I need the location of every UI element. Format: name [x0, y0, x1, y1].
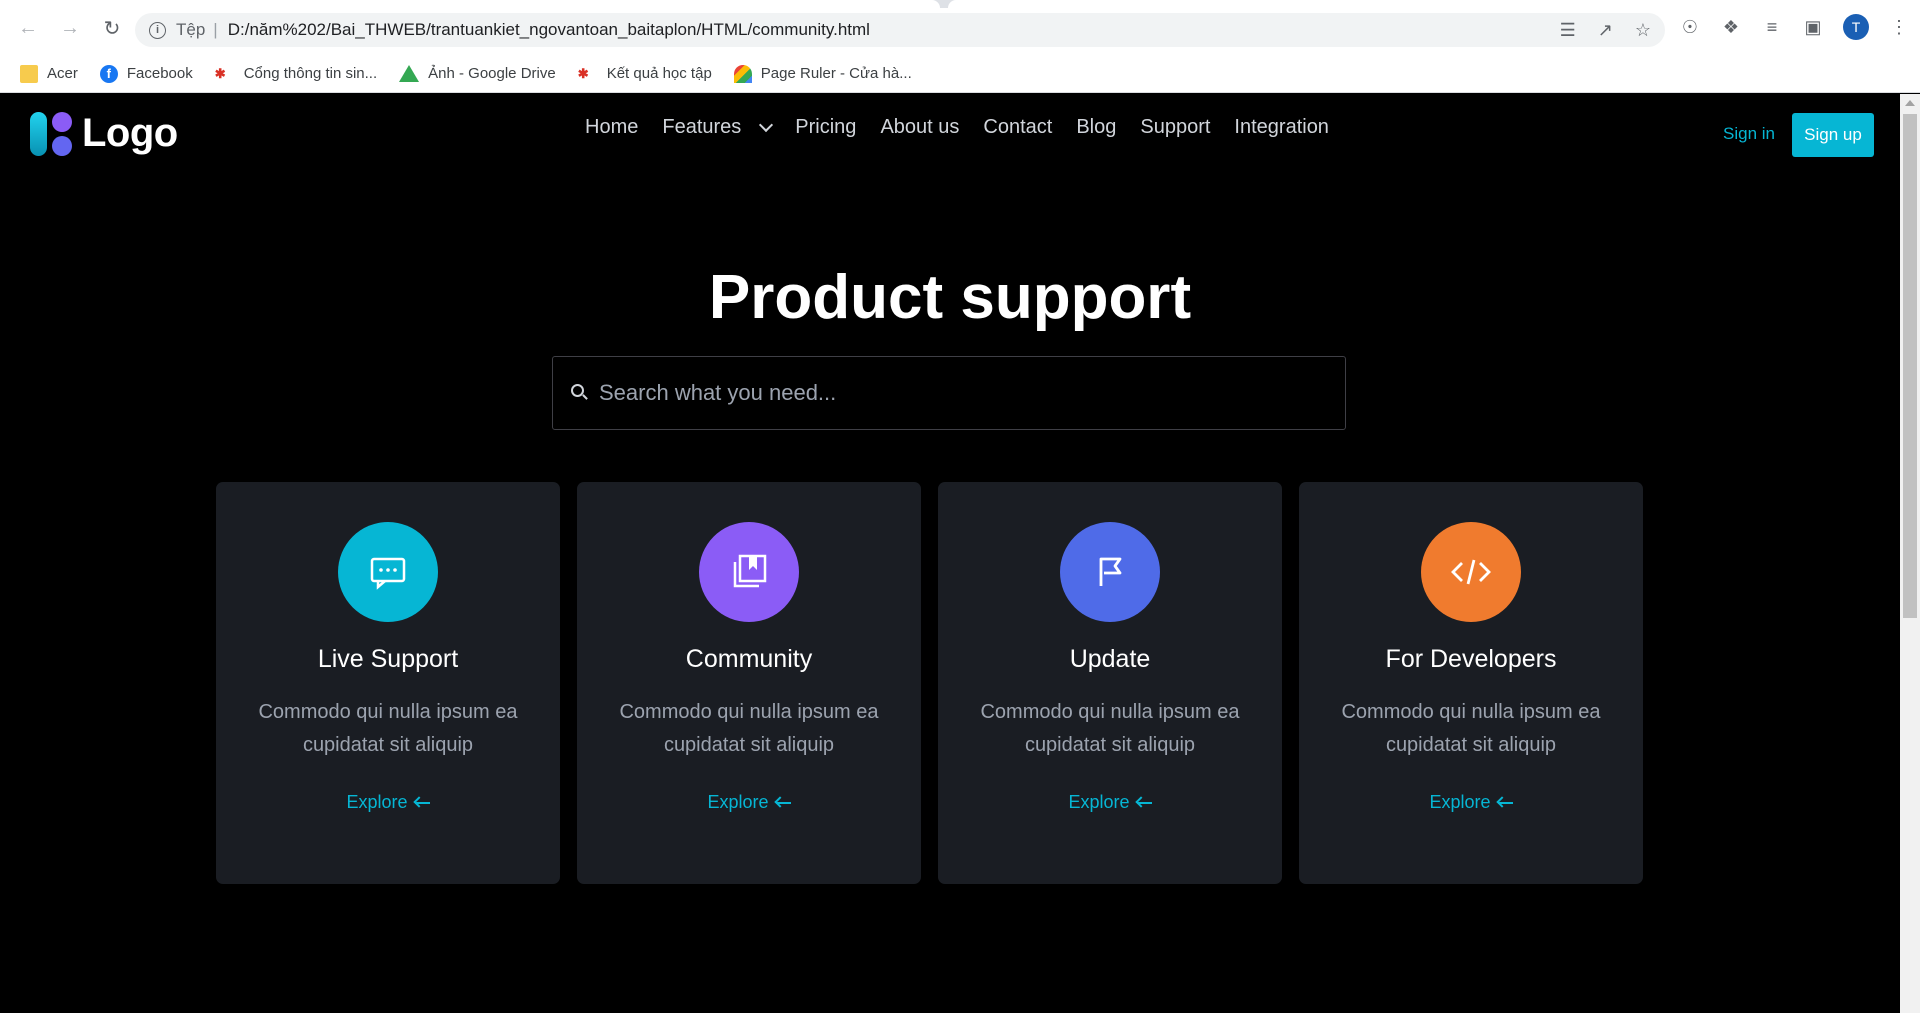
nav-pricing[interactable]: Pricing — [795, 116, 856, 139]
back-icon[interactable]: ← — [14, 14, 42, 42]
sign-in-link[interactable]: Sign in — [1723, 124, 1775, 144]
bookmark-label: Cổng thông tin sin... — [243, 65, 378, 82]
chat-icon — [338, 522, 438, 622]
profile-avatar[interactable]: T — [1843, 14, 1869, 40]
bookmark-item[interactable]: f Facebook — [99, 64, 193, 83]
arrow-left-icon — [1495, 795, 1513, 810]
google-drive-icon — [399, 65, 420, 82]
main-nav: Home Features Pricing About us Contact B… — [585, 116, 1329, 139]
card-title: Community — [685, 645, 813, 673]
bookmark-item[interactable]: Ảnh - Google Drive — [399, 65, 556, 82]
star-icon[interactable]: ☆ — [1635, 20, 1651, 41]
url-separator: | — [213, 20, 218, 39]
scroll-up-icon[interactable] — [1905, 100, 1915, 106]
share-icon[interactable]: ↗ — [1598, 20, 1613, 41]
nav-blog[interactable]: Blog — [1076, 116, 1116, 139]
code-icon — [1421, 522, 1521, 622]
nav-features[interactable]: Features — [662, 116, 774, 139]
folder-icon — [20, 64, 38, 83]
support-card-community: Community Commodo qui nulla ipsum ea cup… — [577, 482, 921, 884]
sign-up-button[interactable]: Sign up — [1792, 113, 1874, 157]
arrow-left-icon — [1134, 795, 1152, 810]
logo-mark-icon — [30, 110, 76, 156]
translate-icon[interactable]: ☰ — [1560, 20, 1576, 41]
active-tab[interactable] — [0, 0, 940, 8]
card-description: Commodo qui nulla ipsum ea cupidatat sit… — [619, 701, 879, 756]
explore-label: Explore — [707, 792, 769, 812]
support-card-update: Update Commodo qui nulla ipsum ea cupida… — [938, 482, 1282, 884]
address-bar[interactable]: i Tệp | D:/năm%202/Bai_THWEB/trantuankie… — [135, 13, 1665, 47]
arrow-left-icon — [412, 795, 430, 810]
flag-icon — [1060, 522, 1160, 622]
bookmark-label: Ảnh - Google Drive — [428, 65, 556, 82]
bookmark-item[interactable]: Acer — [20, 64, 78, 83]
sidebar-icon[interactable]: ▣ — [1802, 17, 1824, 38]
reload-icon[interactable]: ↻ — [98, 14, 126, 42]
browser-toolbar: ← → ↻ i Tệp | D:/năm%202/Bai_THWEB/trant… — [0, 0, 1920, 55]
nav-about-us[interactable]: About us — [880, 116, 959, 139]
explore-link[interactable]: Explore — [346, 792, 430, 813]
bookmark-item[interactable]: ✱ Kết quả học tập — [578, 65, 712, 82]
card-title: Live Support — [317, 645, 459, 673]
explore-link[interactable]: Explore — [707, 792, 791, 813]
bookmark-label: Page Ruler - Cửa hà... — [760, 65, 912, 82]
site-logo[interactable]: Logo — [30, 110, 178, 156]
arrow-left-icon — [773, 795, 791, 810]
info-icon[interactable]: i — [149, 21, 166, 39]
card-description: Commodo qui nulla ipsum ea cupidatat sit… — [980, 701, 1240, 756]
tab-strip — [0, 0, 1920, 8]
explore-label: Explore — [346, 792, 408, 812]
puzzle-icon[interactable]: ❖ — [1720, 17, 1742, 38]
facebook-icon: f — [99, 64, 118, 83]
chevron-down-icon — [759, 117, 774, 132]
card-description: Commodo qui nulla ipsum ea cupidatat sit… — [1341, 701, 1601, 756]
bookmarks-bar: Acer f Facebook ✱ Cổng thông tin sin... … — [0, 55, 1920, 93]
url-text[interactable]: D:/năm%202/Bai_THWEB/trantuankiet_ngovan… — [228, 20, 870, 40]
school-icon: ✱ — [214, 65, 226, 81]
nav-home[interactable]: Home — [585, 116, 638, 139]
nav-contact[interactable]: Contact — [983, 116, 1052, 139]
browser-nav-buttons: ← → ↻ — [14, 14, 126, 42]
logo-text: Logo — [82, 110, 178, 155]
inactive-tab[interactable] — [948, 0, 1920, 8]
page-ruler-icon — [733, 64, 752, 83]
more-menu-icon[interactable]: ⋮ — [1888, 17, 1910, 38]
url-scheme: Tệp — [176, 20, 206, 39]
bookmarks-icon — [699, 522, 799, 622]
bookmark-label: Facebook — [126, 65, 193, 82]
page-viewport: Logo Home Features Pricing About us Cont… — [0, 94, 1900, 1013]
support-cards: Live Support Commodo qui nulla ipsum ea … — [216, 482, 1643, 884]
explore-label: Explore — [1429, 792, 1491, 812]
bookmark-label: Acer — [47, 65, 78, 82]
page-title: Product support — [708, 263, 1192, 332]
address-bar-actions: ☰ ↗ ☆ — [1560, 13, 1651, 47]
bookmark-item[interactable]: Page Ruler - Cửa hà... — [733, 64, 912, 83]
scrollbar-thumb[interactable] — [1903, 114, 1917, 618]
bookmark-label: Kết quả học tập — [606, 65, 712, 82]
support-card-for-developers: For Developers Commodo qui nulla ipsum e… — [1299, 482, 1643, 884]
browser-extensions: ☉ ❖ ≡ ▣ T ⋮ — [1679, 14, 1910, 40]
search-icon — [571, 384, 589, 402]
bookmark-item[interactable]: ✱ Cổng thông tin sin... — [215, 65, 377, 82]
explore-link[interactable]: Explore — [1068, 792, 1152, 813]
explore-label: Explore — [1068, 792, 1130, 812]
card-title: Update — [1069, 645, 1151, 673]
nav-integration[interactable]: Integration — [1234, 116, 1329, 139]
school-icon: ✱ — [577, 65, 589, 81]
playlist-icon[interactable]: ≡ — [1761, 17, 1783, 38]
compass-icon[interactable]: ☉ — [1679, 17, 1701, 38]
support-card-live-support: Live Support Commodo qui nulla ipsum ea … — [216, 482, 560, 884]
search-box[interactable] — [552, 356, 1346, 430]
nav-features-label: Features — [662, 116, 742, 138]
card-title: For Developers — [1385, 645, 1557, 673]
forward-icon[interactable]: → — [56, 14, 84, 42]
card-description: Commodo qui nulla ipsum ea cupidatat sit… — [258, 701, 518, 756]
explore-link[interactable]: Explore — [1429, 792, 1513, 813]
search-input[interactable] — [599, 380, 1299, 406]
nav-support[interactable]: Support — [1140, 116, 1210, 139]
page-scrollbar[interactable] — [1900, 94, 1920, 1013]
